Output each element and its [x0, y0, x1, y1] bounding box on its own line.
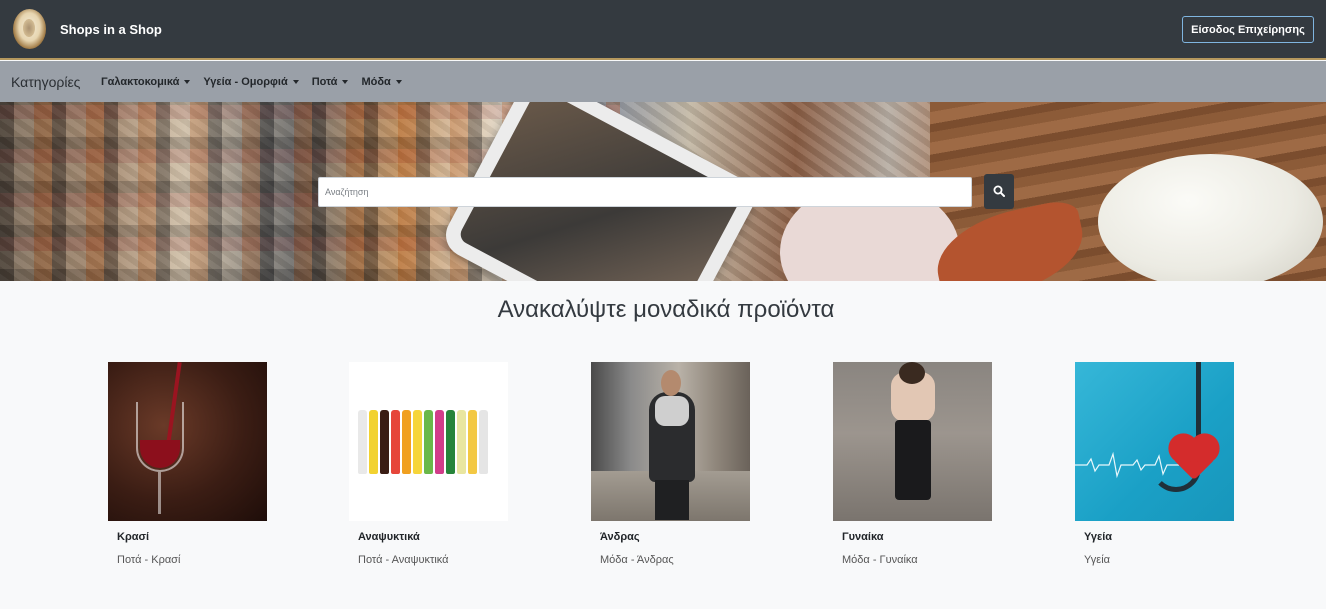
product-image-men[interactable]	[591, 362, 750, 521]
product-image-health[interactable]	[1075, 362, 1234, 521]
product-card-health[interactable]: Υγεία Υγεία	[1075, 362, 1235, 566]
bottle	[402, 410, 411, 474]
bottle	[457, 410, 466, 474]
categories-title: Κατηγορίες	[11, 74, 81, 90]
product-image-women[interactable]	[833, 362, 992, 521]
product-card-men[interactable]: Άνδρας Μόδα - Άνδρας	[591, 362, 751, 566]
bottle	[479, 410, 488, 474]
search-button[interactable]	[984, 174, 1014, 209]
category-dropdown-label: Ποτά	[311, 76, 338, 88]
category-dropdown-label: Γαλακτοκομικά	[101, 76, 180, 88]
woman-pants	[895, 420, 931, 500]
product-image-wine[interactable]	[108, 362, 267, 521]
man-scarf	[655, 396, 689, 426]
product-name[interactable]: Υγεία	[1084, 531, 1112, 543]
caret-down-icon	[184, 80, 191, 84]
bottle	[369, 410, 378, 474]
category-dropdown-label: Μόδα	[361, 76, 391, 88]
product-card-women[interactable]: Γυναίκα Μόδα - Γυναίκα	[833, 362, 993, 566]
product-category: Μόδα - Άνδρας	[600, 554, 674, 566]
wine-glass	[136, 402, 184, 472]
business-login-button[interactable]: Είσοδος Επιχείρησης	[1182, 16, 1314, 43]
caret-down-icon	[395, 80, 402, 84]
bottle	[358, 410, 367, 474]
search-icon	[993, 185, 1005, 197]
category-dropdown-dairy[interactable]: Γαλακτοκομικά	[101, 76, 191, 88]
bottle	[446, 410, 455, 474]
product-name[interactable]: Αναψυκτικά	[358, 531, 420, 543]
product-name[interactable]: Άνδρας	[600, 531, 640, 543]
category-dropdown-fashion[interactable]: Μόδα	[361, 76, 402, 88]
category-navbar: Κατηγορίες Γαλακτοκομικά Υγεία - Ομορφιά…	[0, 61, 1326, 102]
page-headline: Ανακαλύψτε μοναδικά προϊόντα	[497, 296, 835, 323]
bottle	[391, 410, 400, 474]
product-card-wine[interactable]: Κρασί Ποτά - Κρασί	[108, 362, 268, 566]
caret-down-icon	[342, 80, 349, 84]
product-category: Μόδα - Γυναίκα	[842, 554, 918, 566]
product-name[interactable]: Γυναίκα	[842, 531, 883, 543]
caret-down-icon	[292, 80, 299, 84]
bottle	[424, 410, 433, 474]
man-legs	[655, 480, 689, 520]
man-head	[661, 370, 681, 396]
category-menu: Γαλακτοκομικά Υγεία - Ομορφιά Ποτά Μόδα	[101, 76, 402, 88]
bottle	[468, 410, 477, 474]
product-category: Υγεία	[1084, 554, 1111, 566]
product-category: Ποτά - Αναψυκτικά	[358, 554, 449, 566]
product-card-soft-drinks[interactable]: Αναψυκτικά Ποτά - Αναψυκτικά	[349, 362, 509, 566]
category-dropdown-label: Υγεία - Ομορφιά	[203, 76, 288, 88]
bottle	[435, 410, 444, 474]
bottle	[413, 410, 422, 474]
category-dropdown-health-beauty[interactable]: Υγεία - Ομορφιά	[203, 76, 299, 88]
product-image-soft-drinks[interactable]	[349, 362, 508, 521]
product-name[interactable]: Κρασί	[117, 531, 149, 543]
bottle	[380, 410, 389, 474]
bottle-row	[358, 410, 488, 474]
product-category: Ποτά - Κρασί	[117, 554, 181, 566]
woman-hair	[899, 362, 925, 384]
top-navbar: Shops in a Shop Είσοδος Επιχείρησης	[0, 0, 1326, 60]
brand-name[interactable]: Shops in a Shop	[60, 22, 162, 37]
search-input[interactable]	[318, 177, 972, 207]
wine-glass-stem	[158, 472, 161, 514]
category-dropdown-drinks[interactable]: Ποτά	[312, 76, 349, 88]
brand-logo[interactable]	[13, 9, 46, 49]
hero-background-pumpkin	[1098, 154, 1323, 281]
